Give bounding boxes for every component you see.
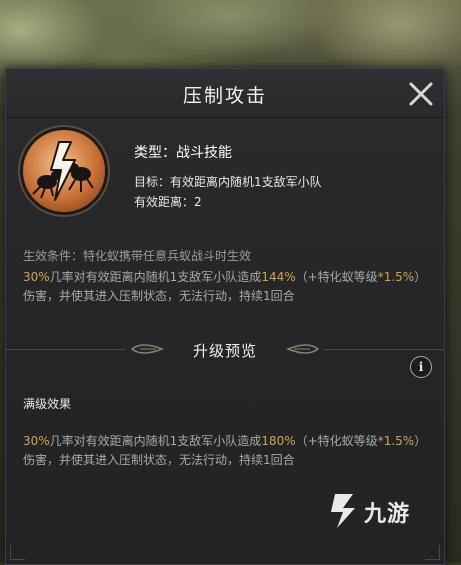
skill-target: 目标：有效距离内随机1支敌军小队 [134,175,322,189]
dialog-header: 压制攻击 [6,69,444,118]
corner-decoration [10,545,25,560]
max-level-effect-text: 30%几率对有效距离内随机1支敌军小队造成180%（+特化蚁等级*1.5%） 伤… [23,432,441,470]
chance-value: 30% [23,434,50,448]
chance-value: 30% [23,270,50,284]
effect-text: ） [414,434,427,448]
damage-value: 180% [261,434,296,448]
dialog-title: 压制攻击 [182,85,267,107]
upgrade-preview-title: 升级预览 [192,342,257,360]
leaf-ornament-icon [286,344,320,354]
ant-strike-icon [23,130,105,212]
max-level-label: 满级效果 [23,397,72,411]
scaling-value: *1.5% [377,270,415,284]
effect-text: ） [414,270,427,284]
watermark-text: 九游 [364,502,411,527]
close-icon [409,82,433,106]
effect-text: 几率对有效距离内随机1支敌军小队造成 [49,270,262,284]
upgrade-preview-divider: 升级预览 [6,335,444,367]
effect-text: 几率对有效距离内随机1支敌军小队造成 [49,434,262,448]
divider-line [324,349,444,350]
effect-text: 伤害，并使其进入压制状态，无法行动，持续1回合 [23,453,295,467]
damage-value: 144% [261,270,296,284]
corner-decoration [425,545,440,560]
effect-text: （+特化蚁等级 [295,270,378,284]
effect-text: （+特化蚁等级 [295,434,378,448]
trigger-condition: 生效条件：特化蚁携带任意兵蚁战斗时生效 [23,249,252,263]
skill-type: 类型：战斗技能 [134,145,232,161]
effect-text: 伤害，并使其进入压制状态，无法行动，持续1回合 [23,289,295,303]
skill-effect-text: 30%几率对有效距离内随机1支敌军小队造成144%（+特化蚁等级*1.5%） 伤… [23,268,441,306]
skill-range: 有效距离：2 [134,195,202,209]
close-button[interactable] [404,77,438,111]
info-button[interactable]: i [410,356,432,378]
info-icon: i [418,360,424,374]
scaling-value: *1.5% [377,434,415,448]
